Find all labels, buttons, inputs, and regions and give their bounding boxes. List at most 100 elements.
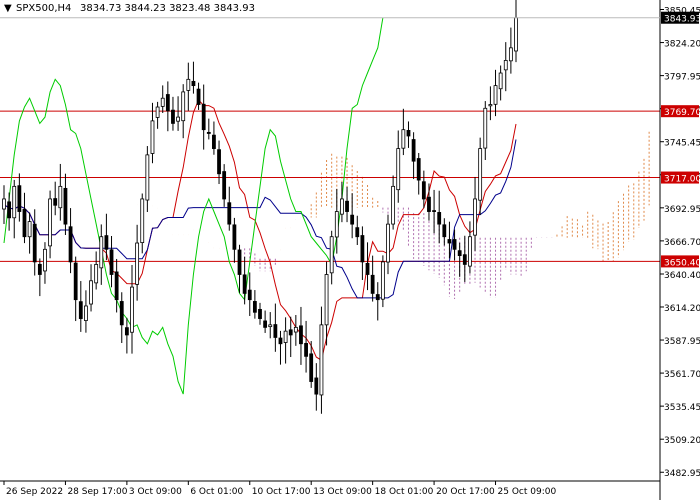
- candle-bear: [37, 263, 42, 275]
- candle-bear: [273, 324, 278, 338]
- candle-bear: [263, 320, 268, 328]
- candle-bear: [242, 274, 247, 294]
- candle-bull: [508, 47, 513, 62]
- candle-bull: [130, 286, 134, 333]
- x-tick-label: 25 Oct 09:00: [498, 487, 557, 497]
- candle-bull: [478, 148, 483, 201]
- y-tick-label: 3561.70: [664, 370, 700, 380]
- x-tick-label: 6 Oct 01:00: [190, 487, 243, 497]
- level-label: 3717.00: [664, 175, 700, 185]
- candle-bear: [314, 377, 319, 395]
- candle-bear: [78, 301, 83, 319]
- ohlc-readout: 3834.73 3844.23 3823.48 3843.93: [80, 3, 255, 14]
- candle-bear: [247, 289, 252, 301]
- price-axis[interactable]: 3850.453824.203797.953771.703745.453719.…: [660, 7, 700, 480]
- candle-bear: [365, 262, 370, 275]
- candle-bear: [237, 249, 242, 275]
- candle-bear: [232, 224, 237, 250]
- candle-bear: [360, 235, 365, 263]
- candle-bear: [17, 185, 22, 212]
- candle-bear: [212, 134, 216, 149]
- candle-bear: [406, 130, 411, 137]
- candle-bear: [288, 329, 293, 336]
- candle-bear: [68, 226, 73, 263]
- candle-bull: [386, 223, 390, 263]
- candle-bear: [258, 308, 262, 319]
- candle-bull: [493, 85, 498, 105]
- y-tick-label: 3535.45: [664, 403, 700, 413]
- candle-bull: [186, 78, 191, 91]
- candle-bear: [165, 94, 170, 112]
- candle-bull: [160, 97, 165, 107]
- candle-bull: [58, 185, 63, 209]
- candle-bull: [84, 305, 88, 321]
- candle-bull: [155, 106, 160, 118]
- candle-bull: [498, 72, 503, 90]
- candle-bull: [391, 185, 396, 225]
- price-chart[interactable]: 3850.453824.203797.953771.703745.453719.…: [0, 0, 700, 500]
- candle-bull: [43, 248, 47, 272]
- candle-bear: [432, 210, 436, 212]
- level-label: 3769.70: [664, 108, 700, 118]
- candle-bear: [278, 337, 283, 345]
- y-tick-label: 3509.20: [664, 436, 700, 446]
- candle-bear: [104, 235, 109, 250]
- candle-bear: [421, 181, 426, 200]
- candle-bear: [191, 80, 196, 87]
- candle-bear: [109, 249, 114, 275]
- candle-bear: [22, 209, 27, 238]
- candle-bear: [222, 171, 227, 200]
- symbol-label: SPX500,H4: [16, 3, 71, 14]
- candle-bull: [12, 185, 17, 219]
- candle-bear: [206, 131, 211, 134]
- candle-bull: [340, 198, 344, 215]
- candle-bear: [114, 271, 119, 301]
- candle-bear: [416, 158, 421, 181]
- candle-bull: [503, 60, 508, 71]
- candle-bear: [32, 223, 37, 263]
- candle-bull: [380, 261, 385, 300]
- candle-bear: [375, 294, 380, 301]
- candle-bear: [411, 139, 416, 162]
- x-tick-label: 10 Oct 17:00: [252, 487, 311, 497]
- candle-bear: [442, 224, 447, 238]
- current-price-value: 3843.93: [664, 15, 700, 25]
- y-tick-label: 3666.70: [664, 238, 700, 248]
- collapse-arrow-icon[interactable]: ▼: [4, 3, 12, 14]
- y-tick-label: 3824.20: [664, 40, 700, 50]
- candle-bull: [48, 198, 52, 247]
- candle-bear: [73, 262, 78, 301]
- y-tick-label: 3482.95: [664, 469, 700, 479]
- candle-bear: [227, 202, 232, 225]
- candle-bear: [119, 301, 124, 326]
- candle-bull: [473, 198, 477, 236]
- candle-bear: [252, 301, 257, 313]
- candle-bull: [176, 116, 180, 122]
- x-tick-label: 20 Oct 17:00: [436, 487, 495, 497]
- candle-bull: [145, 154, 150, 201]
- candle-bear: [304, 343, 308, 357]
- candle-bull: [89, 280, 93, 305]
- x-tick-label: 13 Oct 09:00: [313, 487, 372, 497]
- candle-bear: [345, 200, 349, 212]
- y-tick-label: 3587.95: [664, 337, 700, 347]
- candle-bear: [299, 325, 303, 345]
- x-tick-label: 26 Sep 2022: [6, 487, 63, 497]
- y-tick-label: 3797.95: [664, 73, 700, 83]
- chart-window[interactable]: 3850.453824.203797.953771.703745.453719.…: [0, 0, 700, 500]
- candle-bear: [201, 103, 206, 131]
- x-tick-label: 28 Sep 17:00: [67, 487, 127, 497]
- candle-bull: [181, 91, 186, 122]
- candle-bear: [7, 201, 12, 219]
- candle-bull: [324, 274, 329, 326]
- candle-bear: [427, 196, 431, 212]
- candle-bull: [99, 236, 104, 269]
- candle-bull: [396, 148, 401, 191]
- candle-bear: [370, 274, 375, 294]
- y-tick-label: 3745.45: [664, 139, 700, 149]
- candle-bull: [514, 17, 518, 52]
- candle-bull: [140, 198, 145, 244]
- candle-bull: [329, 236, 334, 274]
- candle-bear: [309, 353, 314, 382]
- x-tick-label: 18 Oct 01:00: [375, 487, 434, 497]
